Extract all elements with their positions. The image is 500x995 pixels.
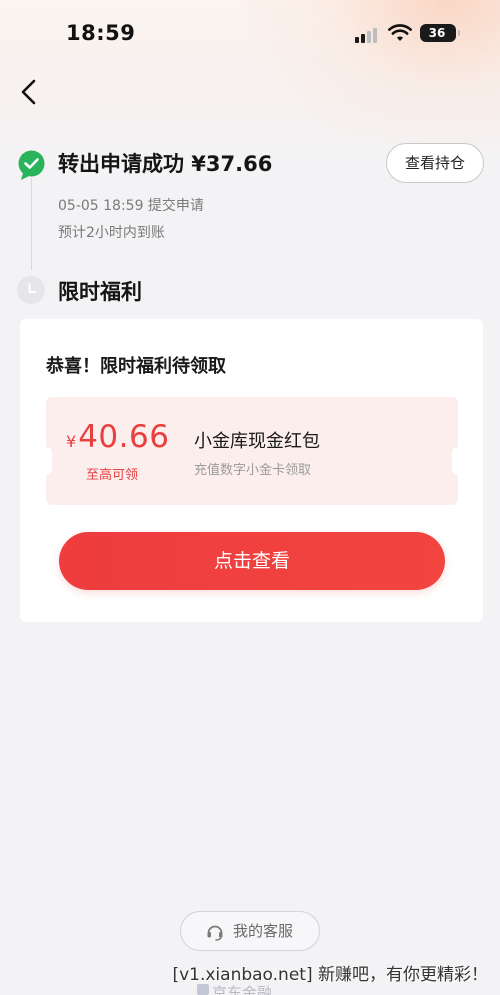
benefit-card: 恭喜！限时福利待领取 ¥40.66 至高可领 小金库现金红包 充值数字小金卡领取… xyxy=(20,319,483,622)
customer-service-button[interactable]: 我的客服 xyxy=(180,911,320,951)
coupon-currency: ¥ xyxy=(66,432,77,451)
timeline-line xyxy=(31,178,32,270)
customer-service-label: 我的客服 xyxy=(233,922,294,940)
headset-icon xyxy=(207,925,223,941)
coupon[interactable]: ¥40.66 至高可领 小金库现金红包 充值数字小金卡领取 xyxy=(40,397,464,505)
battery-level: 36 xyxy=(428,26,446,40)
view-holdings-button[interactable]: 查看持仓 xyxy=(386,143,484,183)
signal-icon xyxy=(355,27,381,43)
clock-icon xyxy=(17,276,45,304)
back-button[interactable] xyxy=(14,74,46,110)
status-time: 18:59 xyxy=(66,21,136,45)
submit-time-text: 05-05 18:59 提交申请 xyxy=(58,198,204,214)
transfer-status-title: 转出申请成功 ¥37.66 xyxy=(58,152,273,176)
coupon-amount: ¥40.66 xyxy=(66,419,169,455)
limited-benefit-title: 限时福利 xyxy=(58,280,142,304)
view-benefit-button[interactable]: 点击查看 xyxy=(59,532,445,590)
back-arrow-icon xyxy=(21,79,36,105)
coupon-notch-right xyxy=(452,447,464,475)
check-circle-icon xyxy=(18,150,45,180)
eta-text: 预计2小时内到账 xyxy=(58,225,165,241)
coupon-amount-value: 40.66 xyxy=(78,419,170,455)
wifi-icon xyxy=(388,24,412,41)
coupon-amount-note: 至高可领 xyxy=(85,468,138,483)
battery-icon: 36 xyxy=(420,24,460,42)
coupon-description: 充值数字小金卡领取 xyxy=(194,463,312,478)
status-bar: 18:59 36 xyxy=(0,0,500,68)
site-watermark: [v1.xianbao.net] 新赚吧，有你更精彩！ xyxy=(172,965,488,985)
coupon-name: 小金库现金红包 xyxy=(194,431,320,452)
benefit-card-title: 恭喜！限时福利待领取 xyxy=(46,356,226,377)
